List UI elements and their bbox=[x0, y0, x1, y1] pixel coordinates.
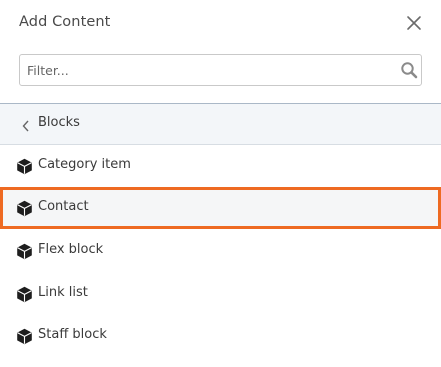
add-content-panel: Add Content Blocks bbox=[0, 0, 441, 367]
list-item-label: Staff block bbox=[38, 327, 107, 342]
block-cube-icon bbox=[16, 158, 33, 175]
list-item-link-list[interactable]: Link list bbox=[0, 273, 441, 315]
list-item-label: Flex block bbox=[38, 242, 104, 257]
panel-header: Add Content bbox=[0, 0, 441, 48]
list-item-category-item[interactable]: Category item bbox=[0, 145, 441, 187]
list-item-staff-block[interactable]: Staff block bbox=[0, 315, 441, 357]
list-item-label: Category item bbox=[38, 157, 131, 172]
list-item-contact[interactable]: Contact bbox=[0, 187, 441, 229]
block-cube-icon bbox=[16, 286, 33, 303]
close-icon[interactable] bbox=[404, 13, 424, 33]
panel-title: Add Content bbox=[19, 14, 111, 30]
list-item-flex-block[interactable]: Flex block bbox=[0, 230, 441, 272]
chevron-left-icon bbox=[21, 118, 31, 132]
breadcrumb-label: Blocks bbox=[38, 115, 80, 130]
breadcrumb-back-blocks[interactable]: Blocks bbox=[0, 103, 441, 145]
block-cube-icon bbox=[16, 200, 33, 217]
block-cube-icon bbox=[16, 243, 33, 260]
filter-box bbox=[19, 54, 422, 86]
search-icon[interactable] bbox=[400, 61, 418, 79]
list-item-label: Link list bbox=[38, 285, 88, 300]
list-item-label: Contact bbox=[38, 199, 89, 214]
block-cube-icon bbox=[16, 328, 33, 345]
filter-input[interactable] bbox=[27, 55, 387, 85]
